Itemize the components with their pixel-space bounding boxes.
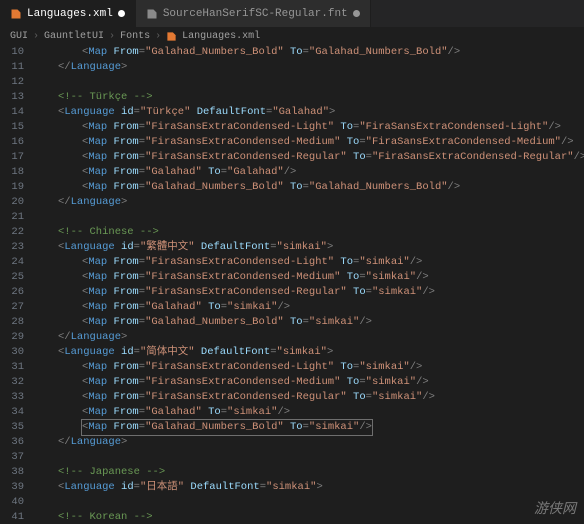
code-line[interactable]: </Language> [34,60,584,75]
tab-font-file[interactable]: SourceHanSerifSC-Regular.fnt [136,0,371,27]
code-line[interactable]: <!-- Türkçe --> [34,90,584,105]
code-line[interactable]: <Language id="简体中文" DefaultFont="simkai"… [34,345,584,360]
line-number-gutter: 1011121314151617181920212223242526272829… [0,45,34,521]
code-line[interactable]: <Map From="FiraSansExtraCondensed-Medium… [34,135,584,150]
code-line[interactable]: <!-- Korean --> [34,510,584,521]
editor-tabs: Languages.xml SourceHanSerifSC-Regular.f… [0,0,584,28]
code-line[interactable]: <Map From="FiraSansExtraCondensed-Medium… [34,270,584,285]
code-line[interactable]: <Map From="FiraSansExtraCondensed-Light"… [34,360,584,375]
breadcrumb-segment[interactable]: Fonts [120,31,150,42]
breadcrumb-segment[interactable]: GUI [10,31,28,42]
code-line[interactable]: <Map From="Galahad" To="simkai"/> [34,405,584,420]
code-line[interactable]: <!-- Chinese --> [34,225,584,240]
code-line[interactable]: <Map From="Galahad_Numbers_Bold" To="Gal… [34,180,584,195]
breadcrumb-segment[interactable]: GauntletUI [44,31,104,42]
code-editor[interactable]: 1011121314151617181920212223242526272829… [0,45,584,521]
code-line[interactable]: <Language id="日本語" DefaultFont="simkai"> [34,480,584,495]
code-line[interactable] [34,75,584,90]
chevron-right-icon: › [109,31,115,42]
code-line[interactable]: <!-- Japanese --> [34,465,584,480]
code-line[interactable]: <Map From="FiraSansExtraCondensed-Light"… [34,120,584,135]
code-line[interactable]: <Map From="FiraSansExtraCondensed-Light"… [34,255,584,270]
code-line[interactable]: <Language id="繁體中文" DefaultFont="simkai"… [34,240,584,255]
tab-label: SourceHanSerifSC-Regular.fnt [163,8,348,20]
modified-dot-icon [118,10,125,17]
code-line[interactable]: </Language> [34,435,584,450]
tab-label: Languages.xml [27,8,113,20]
chevron-right-icon: › [33,31,39,42]
code-line[interactable]: <Map From="FiraSansExtraCondensed-Regula… [34,390,584,405]
code-line[interactable]: <Map From="Galahad" To="Galahad"/> [34,165,584,180]
code-line[interactable]: <Map From="FiraSansExtraCondensed-Regula… [34,150,584,165]
code-line[interactable]: <Map From="Galahad_Numbers_Bold" To="sim… [34,420,584,435]
code-line[interactable]: <Language id="Türkçe" DefaultFont="Galah… [34,105,584,120]
watermark: 游侠网 [534,498,576,518]
breadcrumb[interactable]: GUI › GauntletUI › Fonts › Languages.xml [0,28,584,45]
file-icon [146,8,158,20]
code-line[interactable]: <Map From="Galahad_Numbers_Bold" To="sim… [34,315,584,330]
code-line[interactable]: <Map From="Galahad_Numbers_Bold" To="Gal… [34,45,584,60]
modified-dot-icon [353,10,360,17]
code-line[interactable]: <Map From="FiraSansExtraCondensed-Regula… [34,285,584,300]
chevron-right-icon: › [155,31,161,42]
code-line[interactable] [34,495,584,510]
xml-file-icon [166,31,177,42]
tab-languages-xml[interactable]: Languages.xml [0,0,136,27]
breadcrumb-segment[interactable]: Languages.xml [182,31,260,42]
code-line[interactable]: <Map From="FiraSansExtraCondensed-Medium… [34,375,584,390]
code-line[interactable] [34,450,584,465]
code-line[interactable]: </Language> [34,330,584,345]
code-area[interactable]: <Map From="Galahad_Numbers_Bold" To="Gal… [34,45,584,521]
code-line[interactable]: <Map From="Galahad" To="simkai"/> [34,300,584,315]
code-line[interactable]: </Language> [34,195,584,210]
xml-file-icon [10,8,22,20]
code-line[interactable] [34,210,584,225]
